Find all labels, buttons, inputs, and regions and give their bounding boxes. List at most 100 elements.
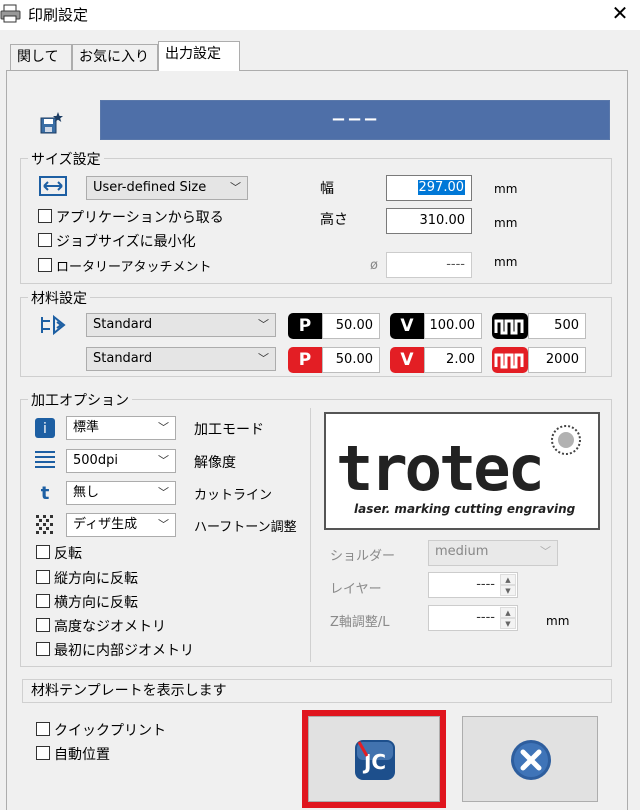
checkbox-label: 横方向に反転 [54, 595, 138, 611]
shoulder-label: ショルダー [330, 549, 396, 564]
width-field[interactable]: 297.00 [386, 175, 472, 201]
resolution-select[interactable]: 500dpi ﹀ [66, 449, 176, 473]
checkbox-label: 高度なジオメトリ [54, 619, 166, 635]
resolution-value: 500dpi [73, 453, 118, 468]
chevron-down-icon: ﹀ [158, 454, 169, 467]
chevron-down-icon: ﹀ [258, 352, 269, 365]
printer-icon [0, 4, 21, 23]
power-badge-black: P [288, 313, 322, 339]
checkbox-label: 最初に内部ジオメトリ [54, 643, 194, 659]
power-value-2[interactable]: 50.00 [322, 347, 380, 373]
cutline-value: 無し [73, 485, 100, 500]
spin-down-icon[interactable]: ▼ [500, 585, 516, 596]
checkbox-label: 自動位置 [54, 747, 110, 763]
size-select[interactable]: User-defined Size ﹀ [86, 176, 248, 200]
checkbox-label: クイックプリント [54, 723, 166, 739]
checkbox-box[interactable] [38, 233, 52, 247]
velocity-value-2[interactable]: 2.00 [424, 347, 482, 373]
height-label: 高さ [320, 212, 348, 228]
chevron-down-icon: ﹀ [230, 181, 241, 194]
chevron-down-icon: ﹀ [258, 318, 269, 331]
material-settings-title: 材料設定 [28, 288, 90, 308]
zaxis-spinner[interactable]: ---- ▲ ▼ [428, 605, 518, 631]
processing-options-title: 加工オプション [28, 390, 132, 410]
options-divider [310, 408, 311, 662]
spin-up-icon[interactable]: ▲ [500, 574, 516, 585]
velocity-badge-black: V [390, 313, 424, 339]
material-select-2[interactable]: Standard ﹀ [86, 347, 276, 371]
zaxis-unit: mm [546, 614, 570, 628]
checkbox-box[interactable] [36, 746, 50, 760]
power-value-1[interactable]: 50.00 [322, 313, 380, 339]
zaxis-label: Z軸調整/L [330, 615, 390, 630]
logo-tagline: laser. marking cutting engraving [354, 502, 576, 516]
diameter-field[interactable]: ---- [386, 252, 472, 278]
width-value: 297.00 [417, 180, 465, 195]
highlight-frame [302, 710, 446, 808]
chevron-down-icon: ﹀ [158, 518, 169, 531]
spin-up-icon[interactable]: ▲ [500, 607, 516, 618]
diameter-unit: mm [494, 255, 518, 269]
process-mode-icon: i [35, 418, 55, 438]
checkbox-box[interactable] [38, 258, 52, 272]
cancel-icon [511, 740, 551, 780]
width-label: 幅 [320, 181, 334, 197]
title-bar: 印刷設定 ✕ [0, 0, 640, 30]
spin-down-icon[interactable]: ▼ [500, 618, 516, 629]
cutline-select[interactable]: 無し ﹀ [66, 481, 176, 505]
process-mode-select[interactable]: 標準 ﹀ [66, 416, 176, 440]
frequency-icon-red [492, 347, 528, 373]
checkbox-label: ロータリーアタッチメント [56, 260, 212, 275]
chevron-down-icon: ﹀ [540, 545, 551, 558]
tab-favorites[interactable]: お気に入り [72, 44, 158, 70]
svg-text:t: t [41, 483, 50, 503]
height-field[interactable]: 310.00 [386, 208, 472, 234]
trotec-logo: trotec laser. marking cutting engraving [324, 412, 600, 530]
material-select-2-value: Standard [93, 351, 153, 366]
material-template-bar[interactable]: 材料テンプレートを表示します [22, 679, 612, 703]
velocity-badge-red: V [390, 347, 424, 373]
layer-label: レイヤー [330, 582, 382, 597]
material-select-1[interactable]: Standard ﹀ [86, 313, 276, 337]
checkbox-box[interactable] [36, 722, 50, 736]
material-select-1-value: Standard [93, 317, 153, 332]
checkbox-box[interactable] [36, 570, 50, 584]
halftone-value: ディザ生成 [73, 517, 138, 532]
halftone-icon [36, 515, 53, 534]
checkbox-box[interactable] [38, 209, 52, 223]
cancel-button[interactable] [462, 716, 598, 802]
cutline-label: カットライン [194, 488, 273, 503]
size-settings-title: サイズ設定 [28, 149, 104, 169]
material-icon[interactable] [38, 313, 68, 337]
zaxis-value: ---- [476, 610, 495, 625]
height-unit: mm [494, 216, 518, 230]
velocity-value-1[interactable]: 100.00 [424, 313, 482, 339]
shoulder-select[interactable]: medium ﹀ [428, 540, 558, 566]
checkbox-label: 反転 [54, 546, 82, 562]
close-icon[interactable]: ✕ [600, 0, 640, 28]
svg-text:i: i [43, 421, 47, 437]
layer-spinner[interactable]: ---- ▲ ▼ [428, 572, 518, 598]
frequency-value-2[interactable]: 2000 [528, 347, 586, 373]
chevron-down-icon: ﹀ [158, 486, 169, 499]
frequency-icon-black [492, 313, 528, 339]
frequency-value-1[interactable]: 500 [528, 313, 586, 339]
checkbox-box[interactable] [36, 642, 50, 656]
window-title: 印刷設定 [28, 6, 89, 24]
halftone-label: ハーフトーン調整 [194, 520, 297, 535]
save-preset-icon[interactable] [38, 110, 64, 136]
resolution-label: 解像度 [194, 455, 236, 471]
diameter-label: ø [370, 258, 378, 273]
shoulder-value: medium [435, 544, 489, 559]
checkbox-box[interactable] [36, 545, 50, 559]
tab-about[interactable]: 関して [10, 44, 72, 70]
checkbox-box[interactable] [36, 618, 50, 632]
tab-output-settings[interactable]: 出力設定 [158, 41, 240, 71]
chevron-down-icon: ﹀ [158, 421, 169, 434]
checkbox-box[interactable] [36, 594, 50, 608]
halftone-select[interactable]: ディザ生成 ﹀ [66, 513, 176, 537]
diameter-value: ---- [446, 257, 465, 272]
size-select-value: User-defined Size [93, 180, 207, 195]
checkbox-label: アプリケーションから取る [56, 210, 224, 226]
checkbox-label: 縦方向に反転 [54, 571, 138, 587]
